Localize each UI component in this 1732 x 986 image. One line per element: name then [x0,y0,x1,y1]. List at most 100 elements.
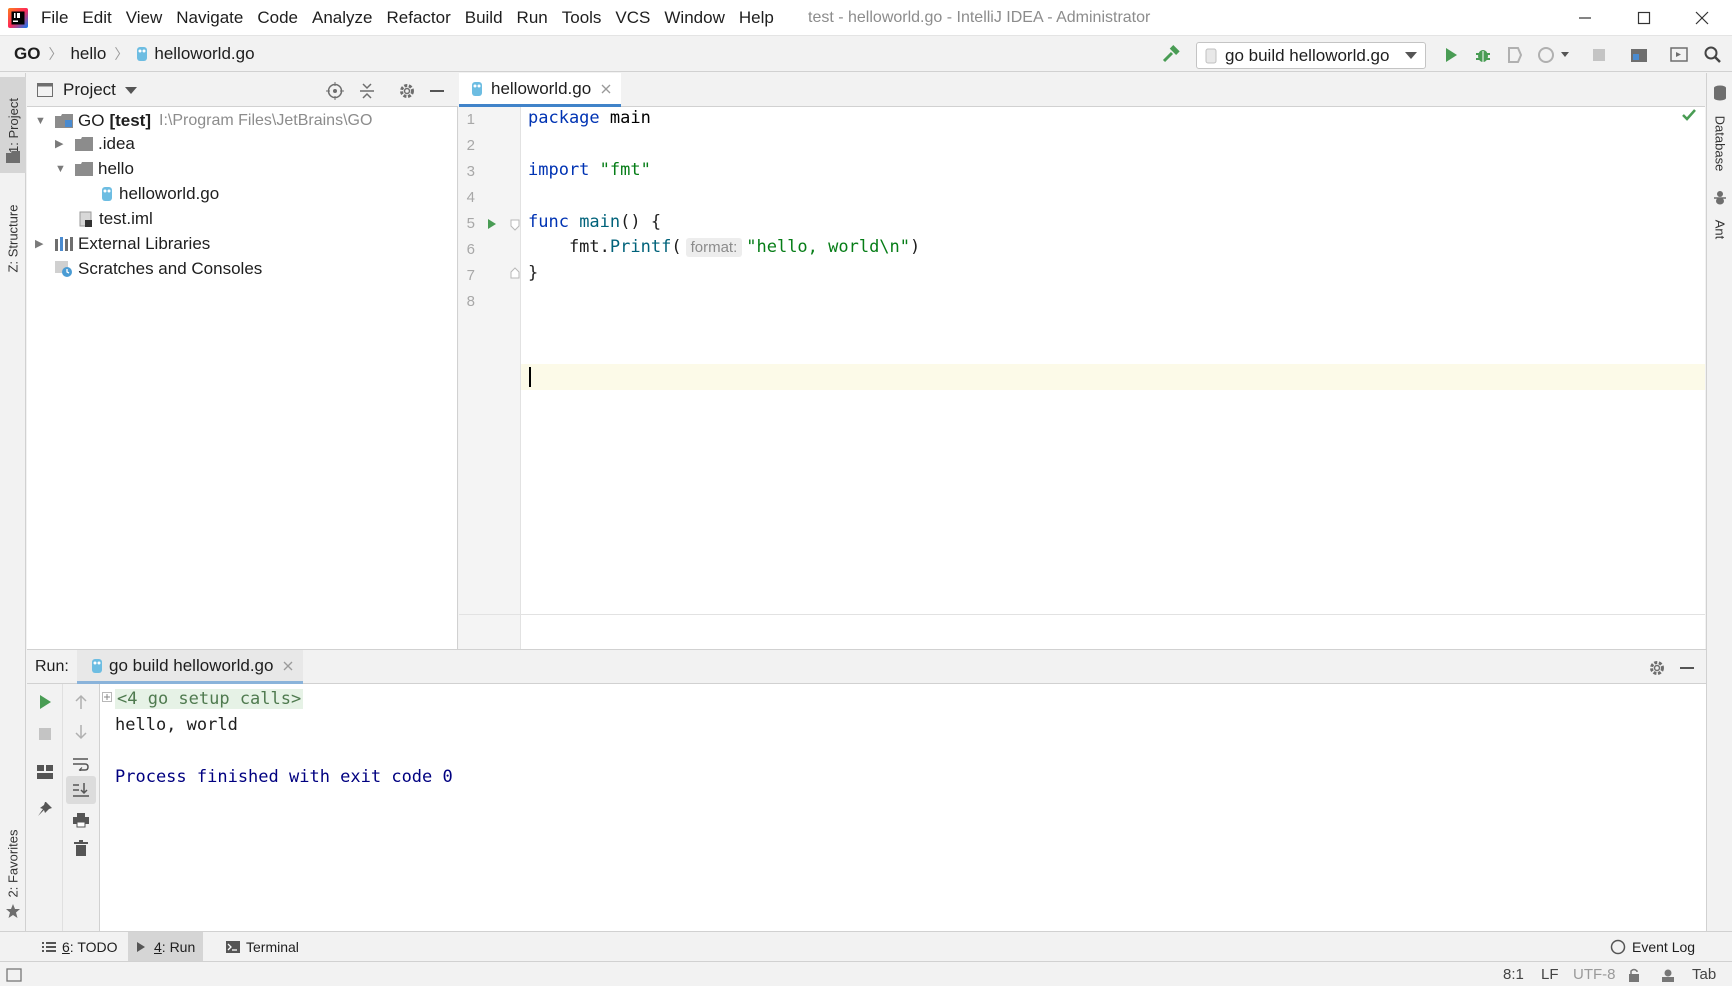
run-configuration-select[interactable]: go build helloworld.go [1196,42,1426,69]
menu-tools[interactable]: Tools [555,8,609,28]
print-icon[interactable] [71,810,91,830]
menu-help[interactable]: Help [732,8,781,28]
close-tab-icon[interactable] [283,661,293,671]
chevron-down-icon[interactable] [125,87,137,95]
line-number: 3 [466,163,475,180]
code-keyword: import [528,160,590,180]
stop-icon[interactable] [35,724,55,744]
editor-tab-helloworld-go[interactable]: helloworld.go [459,73,622,107]
minimize-button[interactable] [1556,0,1614,36]
code-line-7[interactable]: } [528,263,538,283]
hide-panel-icon[interactable] [1677,658,1697,678]
pin-icon[interactable] [35,799,55,819]
scroll-to-end-icon[interactable] [66,776,96,804]
current-line-highlight [521,364,1705,390]
rerun-icon[interactable] [35,692,55,712]
hide-panel-icon[interactable] [427,81,447,101]
lock-icon[interactable] [1628,962,1642,986]
menu-build[interactable]: Build [458,8,510,28]
run-tab-label: go build helloworld.go [109,655,274,675]
code-keyword: package [528,108,600,128]
expand-arrow-icon[interactable]: ▼ [35,115,49,127]
expand-arrow-icon[interactable]: ▶ [55,137,69,150]
debug-bug-icon[interactable] [1472,44,1494,66]
indent-setting[interactable]: Tab [1692,962,1716,986]
fold-marker-icon[interactable] [510,267,520,279]
run-gutter-icon[interactable] [485,217,499,231]
tool-tab-database-label: Database [1712,115,1728,171]
tool-tab-event-log[interactable]: Event Log [1602,932,1703,962]
tree-item-external-libraries[interactable]: ▶ External Libraries [35,231,210,256]
tree-item-scratches[interactable]: Scratches and Consoles [55,256,262,281]
menu-vcs[interactable]: VCS [608,8,657,28]
tool-tab-terminal[interactable]: Terminal [218,932,307,962]
expand-arrow-icon[interactable]: ▼ [55,163,69,175]
tree-item-path: I:\Program Files\JetBrains\GO [159,111,373,129]
run-with-coverage-icon[interactable] [1504,44,1526,66]
tree-item-helloworld-go[interactable]: helloworld.go [101,181,219,206]
inspector-icon[interactable] [1660,962,1676,986]
code-line-6[interactable]: fmt.Printf(format: "hello, world\n") [528,237,920,257]
menu-code[interactable]: Code [250,8,305,28]
line-separator[interactable]: LF [1541,962,1559,986]
gear-icon[interactable] [1647,658,1667,678]
file-encoding[interactable]: UTF-8 [1573,962,1616,986]
bottom-tool-tabs: 6: TODO 4: Run Terminal Event Log [0,931,1732,962]
tool-tab-run[interactable]: 4: Run [128,932,204,962]
profile-dropdown-icon[interactable] [1536,44,1572,66]
layout-icon[interactable] [35,762,55,782]
intellij-logo-icon[interactable] [8,8,28,28]
tree-item-hello[interactable]: ▼ hello [55,156,134,181]
menu-run[interactable]: Run [510,8,555,28]
breadcrumb-file[interactable]: helloworld.go [154,44,254,64]
breadcrumb-folder[interactable]: hello [70,44,106,64]
gear-icon[interactable] [397,81,417,101]
arrow-down-icon[interactable] [71,722,91,742]
menu-edit[interactable]: Edit [75,8,118,28]
run-tab-go-build[interactable]: go build helloworld.go [77,650,304,684]
tool-tab-database[interactable]: Database [1707,103,1732,183]
locate-file-icon[interactable] [325,81,345,101]
tool-tab-structure[interactable]: Z: Structure [0,183,26,293]
presentation-mode-icon[interactable] [1668,44,1690,66]
close-window-button[interactable] [1673,0,1731,36]
code-punctuation: ( [671,237,682,257]
menu-navigate[interactable]: Navigate [169,8,250,28]
console-setup-calls[interactable]: <4 go setup calls> [115,689,304,709]
tool-tab-ant[interactable]: Ant [1707,207,1732,251]
menu-analyze[interactable]: Analyze [305,8,379,28]
code-line-5[interactable]: func main() { [528,212,661,232]
build-hammer-icon[interactable] [1160,44,1182,64]
maximize-button[interactable] [1615,0,1673,36]
menu-view[interactable]: View [119,8,170,28]
search-icon[interactable] [1702,44,1724,66]
caret-position[interactable]: 8:1 [1503,962,1524,986]
fold-marker-icon[interactable] [510,219,520,231]
run-configuration-label: go build helloworld.go [1225,45,1390,65]
toggle-tool-windows-icon[interactable] [6,962,22,986]
tree-item-idea[interactable]: ▶ .idea [55,131,135,156]
project-view-title[interactable]: Project [63,73,116,107]
check-icon [1681,107,1697,123]
code-line-3[interactable]: import "fmt" [528,160,651,180]
stop-icon[interactable] [1588,44,1610,66]
project-structure-icon[interactable] [1628,44,1650,66]
tree-item-project-root[interactable]: ▼ GO [test] I:\Program Files\JetBrains\G… [35,108,372,133]
tool-tab-todo[interactable]: 6: TODO [34,932,126,962]
menu-window[interactable]: Window [657,8,731,28]
collapse-all-icon[interactable] [357,81,377,101]
tool-tab-favorites[interactable]: 2: Favorites [0,813,26,913]
close-tab-icon[interactable] [601,84,611,94]
breadcrumb-project[interactable]: GO [14,44,40,64]
menu-refactor[interactable]: Refactor [379,8,457,28]
code-line-1[interactable]: package main [528,108,651,128]
run-button[interactable] [1440,44,1462,66]
trash-icon[interactable] [71,838,91,858]
arrow-up-icon[interactable] [71,692,91,712]
expand-arrow-icon[interactable]: ▶ [35,237,49,250]
soft-wrap-icon[interactable] [71,754,91,774]
tree-item-test-iml[interactable]: test.iml [79,206,153,231]
menu-file[interactable]: File [34,8,75,28]
code-keyword: func [528,212,569,232]
fold-toggle-icon[interactable] [102,692,112,702]
